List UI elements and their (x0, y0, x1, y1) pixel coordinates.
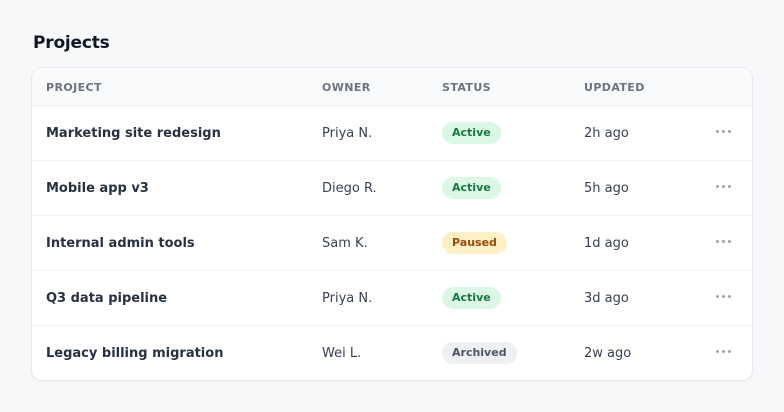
status-cell: Active (442, 106, 501, 160)
status-badge: Active (442, 177, 501, 199)
project-name[interactable]: Legacy billing migration (46, 326, 223, 380)
status-cell: Active (442, 161, 501, 215)
table-row[interactable]: Legacy billing migration Wei L. Archived… (32, 326, 752, 380)
status-badge: Active (442, 122, 501, 144)
updated-time: 3d ago (584, 290, 629, 306)
projects-page: Projects PROJECT OWNER STATUS UPDATED Ma… (0, 0, 784, 412)
project-owner: Priya N. (322, 290, 373, 306)
more-horizontal-icon[interactable] (713, 121, 733, 141)
more-horizontal-icon[interactable] (713, 231, 733, 251)
column-header-owner[interactable]: OWNER (322, 81, 371, 94)
project-owner: Diego R. (322, 180, 377, 196)
more-horizontal-icon[interactable] (713, 176, 733, 196)
table-row[interactable]: Mobile app v3 Diego R. Active 5h ago (32, 161, 752, 216)
updated-time: 1d ago (584, 235, 629, 251)
more-horizontal-icon[interactable] (713, 286, 733, 306)
more-horizontal-icon[interactable] (713, 341, 733, 361)
status-cell: Archived (442, 326, 517, 380)
table-row[interactable]: Marketing site redesign Priya N. Active … (32, 106, 752, 161)
table-row[interactable]: Q3 data pipeline Priya N. Active 3d ago (32, 271, 752, 326)
status-cell: Paused (442, 216, 507, 270)
updated-time: 2w ago (584, 345, 632, 361)
table-row[interactable]: Internal admin tools Sam K. Paused 1d ag… (32, 216, 752, 271)
project-name[interactable]: Q3 data pipeline (46, 271, 167, 325)
table-header: PROJECT OWNER STATUS UPDATED (32, 68, 752, 106)
status-badge: Active (442, 287, 501, 309)
status-badge: Paused (442, 232, 507, 254)
updated-time: 5h ago (584, 180, 629, 196)
project-name[interactable]: Mobile app v3 (46, 161, 149, 215)
updated-time: 2h ago (584, 125, 629, 141)
status-badge: Archived (442, 342, 517, 364)
project-owner: Wei L. (322, 345, 362, 361)
page-title: Projects (33, 33, 110, 53)
column-header-status[interactable]: STATUS (442, 81, 491, 94)
status-cell: Active (442, 271, 501, 325)
projects-table: PROJECT OWNER STATUS UPDATED Marketing s… (32, 68, 752, 380)
project-name[interactable]: Marketing site redesign (46, 106, 221, 160)
column-header-updated[interactable]: UPDATED (584, 81, 645, 94)
column-header-project[interactable]: PROJECT (46, 81, 102, 94)
project-owner: Sam K. (322, 235, 368, 251)
project-owner: Priya N. (322, 125, 373, 141)
project-name[interactable]: Internal admin tools (46, 216, 195, 270)
